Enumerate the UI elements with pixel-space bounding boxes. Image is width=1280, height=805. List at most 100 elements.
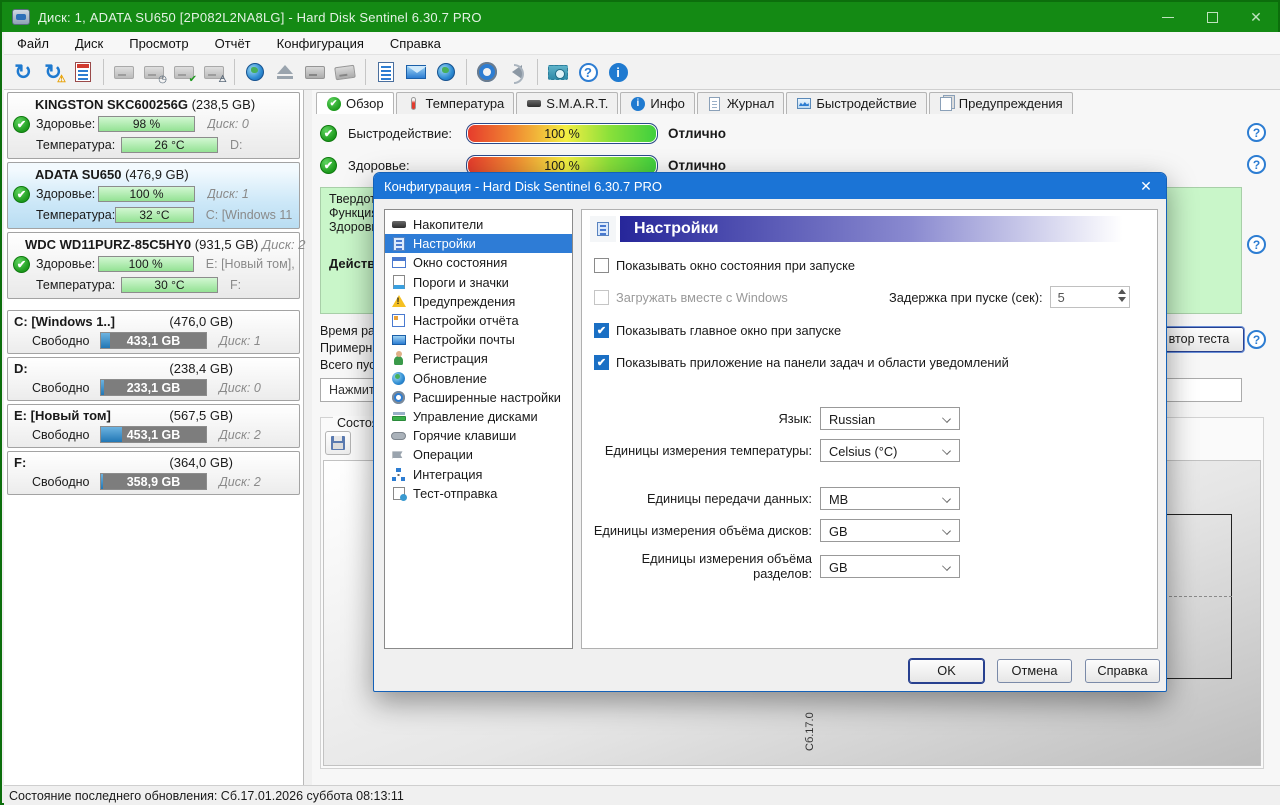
cancel-button[interactable]: Отмена bbox=[997, 659, 1072, 683]
nav-drives[interactable]: Накопители bbox=[385, 215, 572, 234]
nav-report-settings[interactable]: Настройки отчёта bbox=[385, 311, 572, 330]
help-button[interactable]: Справка bbox=[1085, 659, 1160, 683]
volume-card-c[interactable]: C: [Windows 1..](476,0 GB) Свободно 433,… bbox=[7, 310, 300, 354]
nav-integration[interactable]: Интеграция bbox=[385, 464, 572, 483]
nav-operations[interactable]: Операции bbox=[385, 445, 572, 464]
close-button[interactable]: ✕ bbox=[1234, 2, 1278, 32]
tab-smart[interactable]: S.M.A.R.T. bbox=[516, 92, 618, 114]
checkbox-show-status-window[interactable]: Показывать окно состояния при запуске bbox=[594, 258, 855, 273]
settings-panel: Настройки Показывать окно состояния при … bbox=[581, 209, 1158, 649]
help-question-icon[interactable]: ? bbox=[1247, 123, 1266, 142]
estimated-label: Примерн bbox=[320, 341, 372, 355]
volume-card-e[interactable]: E: [Новый том](567,5 GB) Свободно 453,1 … bbox=[7, 404, 300, 448]
menu-bar: Файл Диск Просмотр Отчёт Конфигурация Сп… bbox=[4, 32, 1280, 55]
disk-connect-icon[interactable] bbox=[301, 58, 329, 86]
volume-card-f[interactable]: F:(364,0 GB) Свободно 358,9 GB Диск: 2 bbox=[7, 451, 300, 495]
partition-units-select[interactable]: GB bbox=[820, 555, 960, 578]
total-starts-label: Всего пус bbox=[320, 358, 375, 372]
dialog-close-icon[interactable]: ✕ bbox=[1126, 178, 1166, 195]
transfer-units-select[interactable]: MB bbox=[820, 487, 960, 510]
health-bar: 98 % bbox=[98, 116, 195, 132]
refresh-icon[interactable]: ↻ bbox=[9, 58, 37, 86]
spinner-up-icon[interactable] bbox=[1118, 289, 1126, 294]
drive-icon bbox=[527, 100, 541, 107]
retest-button[interactable]: втор теста bbox=[1154, 327, 1244, 352]
status-report-icon[interactable] bbox=[69, 58, 97, 86]
disk-card-kingston[interactable]: KINGSTON SKC600256G (238,5 GB) ✔ Здоровь… bbox=[7, 92, 300, 159]
menu-disk[interactable]: Диск bbox=[62, 33, 116, 54]
drive-letters: C: [Windows 11 Pro bbox=[206, 208, 294, 222]
disk-tray-icon[interactable] bbox=[331, 58, 359, 86]
nav-alerts[interactable]: Предупреждения bbox=[385, 292, 572, 311]
disk-card-adata[interactable]: ADATA SU650 (476,9 GB) ✔ Здоровье: 100 %… bbox=[7, 162, 300, 229]
maximize-button[interactable] bbox=[1190, 2, 1234, 32]
disk-clock-icon[interactable]: ◷ bbox=[140, 58, 168, 86]
checkbox-show-in-taskbar[interactable]: ✔ Показывать приложение на панели задач … bbox=[594, 355, 1009, 370]
help-question-icon[interactable]: ? bbox=[1247, 155, 1266, 174]
checkbox-show-main-window[interactable]: ✔ Показывать главное окно при запуске bbox=[594, 323, 841, 338]
menu-report[interactable]: Отчёт bbox=[202, 33, 264, 54]
ok-button[interactable]: OK bbox=[909, 659, 984, 683]
volume-name: F: bbox=[14, 455, 26, 470]
application-window: Диск: 1, ADATA SU650 [2P082L2NA8LG] - Ha… bbox=[0, 0, 1280, 805]
network-icon[interactable] bbox=[432, 58, 460, 86]
window-icon bbox=[392, 257, 406, 268]
startup-delay-row: Задержка при пуске (сек): 5 bbox=[889, 286, 1130, 308]
chevron-down-icon bbox=[942, 526, 951, 535]
tab-alerts[interactable]: Предупреждения bbox=[929, 92, 1073, 114]
save-button[interactable] bbox=[325, 431, 351, 455]
language-select[interactable]: Russian bbox=[820, 407, 960, 430]
disk-check-icon[interactable]: ✔ bbox=[170, 58, 198, 86]
info-icon[interactable]: i bbox=[604, 58, 632, 86]
help-question-icon[interactable]: ? bbox=[1247, 235, 1266, 254]
sound-icon[interactable] bbox=[503, 58, 531, 86]
menu-configuration[interactable]: Конфигурация bbox=[264, 33, 377, 54]
eject-icon[interactable] bbox=[271, 58, 299, 86]
disk-title: KINGSTON SKC600256G bbox=[35, 97, 188, 112]
nav-advanced[interactable]: Расширенные настройки bbox=[385, 388, 572, 407]
nav-update[interactable]: Обновление bbox=[385, 369, 572, 388]
disk-card-wdc[interactable]: WDC WD11PURZ-85C5HY0 (931,5 GB) Диск: 2 … bbox=[7, 232, 300, 299]
screenshot-camera-icon[interactable] bbox=[544, 58, 572, 86]
menu-view[interactable]: Просмотр bbox=[116, 33, 201, 54]
mail-icon[interactable] bbox=[402, 58, 430, 86]
disk-number: Диск: 2 bbox=[219, 475, 261, 489]
menu-help[interactable]: Справка bbox=[377, 33, 454, 54]
tab-overview[interactable]: ✔Обзор bbox=[316, 92, 394, 114]
disk-capacity-units-select[interactable]: GB bbox=[820, 519, 960, 542]
temperature-units-select[interactable]: Celsius (°C) bbox=[820, 439, 960, 462]
nav-settings[interactable]: Настройки bbox=[385, 234, 572, 253]
tab-performance[interactable]: Быстродействие bbox=[786, 92, 926, 114]
spinner-down-icon[interactable] bbox=[1118, 297, 1126, 302]
tab-temperature[interactable]: Температура bbox=[396, 92, 515, 114]
disk-search-icon[interactable]: 🜁︎ bbox=[200, 58, 228, 86]
help-icon[interactable]: ? bbox=[574, 58, 602, 86]
tab-info[interactable]: iИнфо bbox=[620, 92, 694, 114]
nav-status-window[interactable]: Окно состояния bbox=[385, 253, 572, 272]
journal-icon[interactable] bbox=[372, 58, 400, 86]
dialog-title: Конфигурация - Hard Disk Sentinel 6.30.7… bbox=[384, 179, 662, 194]
chevron-down-icon bbox=[942, 562, 951, 571]
globe-disk-icon[interactable] bbox=[241, 58, 269, 86]
tab-log[interactable]: Журнал bbox=[697, 92, 784, 114]
startup-delay-spinner[interactable]: 5 bbox=[1050, 286, 1130, 308]
nav-mail-settings[interactable]: Настройки почты bbox=[385, 330, 572, 349]
nav-thresholds[interactable]: Пороги и значки bbox=[385, 273, 572, 292]
volume-name: C: [Windows 1..] bbox=[14, 314, 115, 329]
minimize-button[interactable] bbox=[1146, 2, 1190, 32]
menu-file[interactable]: Файл bbox=[4, 33, 62, 54]
nav-disk-management[interactable]: Управление дисками bbox=[385, 407, 572, 426]
status-ok-icon: ✔ bbox=[320, 125, 337, 142]
refresh-warning-icon[interactable]: ↻⚠ bbox=[39, 58, 67, 86]
report-icon bbox=[392, 314, 405, 327]
disk-icon[interactable] bbox=[110, 58, 138, 86]
temp-bar: 32 °C bbox=[115, 207, 194, 223]
checkbox-load-with-windows[interactable]: Загружать вместе с Windows bbox=[594, 290, 788, 305]
nav-hotkeys[interactable]: Горячие клавиши bbox=[385, 426, 572, 445]
nav-test-send[interactable]: Тест-отправка bbox=[385, 484, 572, 503]
help-question-icon[interactable]: ? bbox=[1247, 330, 1266, 349]
settings-gear-icon[interactable] bbox=[473, 58, 501, 86]
volume-card-d[interactable]: D:(238,4 GB) Свободно 233,1 GB Диск: 0 bbox=[7, 357, 300, 401]
drive-icon bbox=[392, 221, 406, 228]
nav-registration[interactable]: Регистрация bbox=[385, 349, 572, 368]
